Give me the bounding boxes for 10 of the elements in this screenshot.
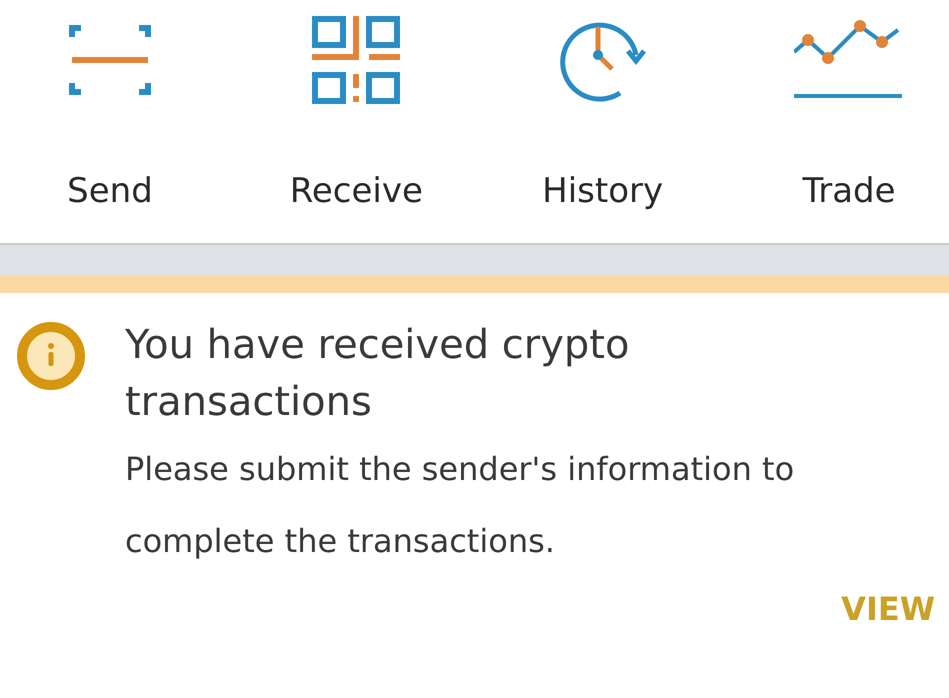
action-button[interactable]: Trade	[758, 0, 939, 243]
scan-icon	[69, 25, 151, 95]
action-button[interactable]: History	[512, 0, 693, 243]
info-icon	[16, 321, 86, 391]
action-button[interactable]: Send	[20, 0, 200, 243]
line-chart-icon	[794, 20, 904, 100]
action-button[interactable]: Receive	[266, 0, 446, 243]
notice-message: Please submit the sender's information to complete the transactions.	[125, 449, 796, 562]
qr-code-icon	[312, 16, 400, 104]
notice-title: You have received crypto transactions	[125, 321, 630, 427]
